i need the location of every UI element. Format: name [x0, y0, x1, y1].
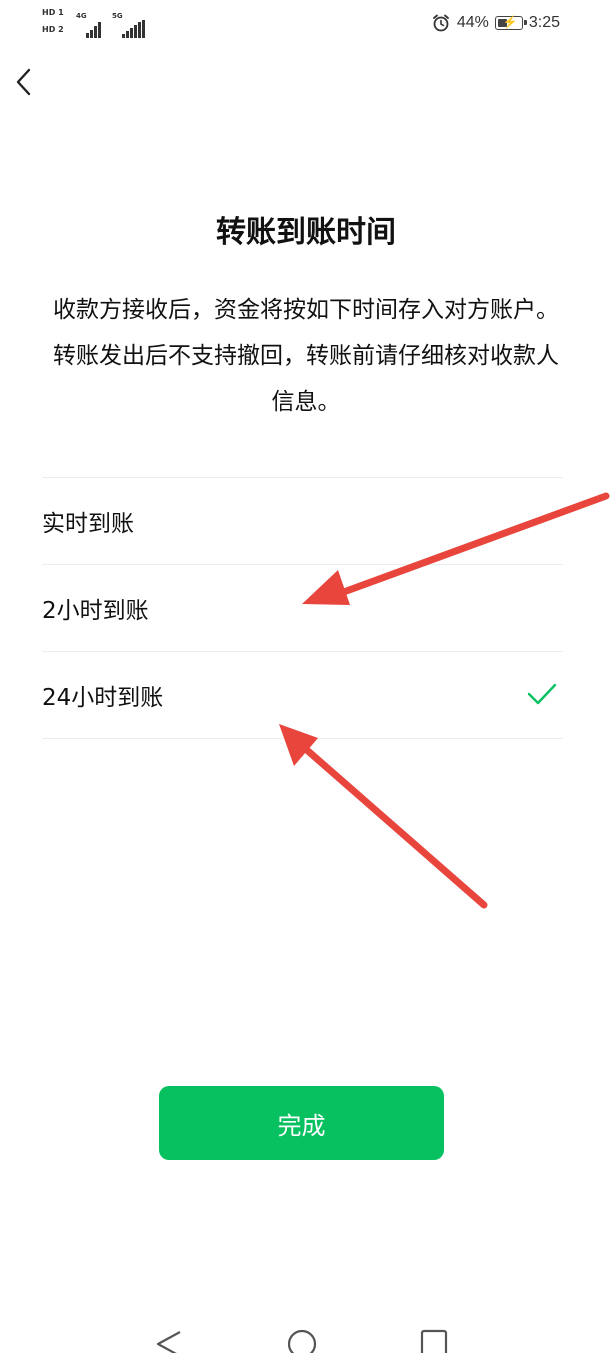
status-right: 44% ⚡ 3:25 [431, 12, 560, 34]
charging-bolt-icon: ⚡ [502, 15, 518, 29]
done-button[interactable]: 完成 [159, 1086, 444, 1160]
sim1-badge: HD 1 [42, 8, 64, 17]
battery-icon: ⚡ [494, 15, 527, 30]
battery-percent: 44% [456, 14, 489, 31]
sim2-badge: HD 2 [42, 25, 64, 34]
system-nav-bar [0, 1320, 612, 1357]
clock-time: 3:25 [528, 14, 560, 31]
option-label: 实时到账 [42, 511, 134, 537]
back-button[interactable] [10, 60, 40, 104]
square-recents-icon[interactable] [420, 1329, 448, 1357]
option-2-hours[interactable]: 2小时到账 [42, 565, 563, 652]
chevron-left-icon [16, 68, 31, 96]
option-24-hours[interactable]: 24小时到账 [42, 652, 563, 739]
alarm-icon [432, 14, 449, 32]
check-icon [527, 683, 557, 705]
page-title: 转账到账时间 [216, 215, 396, 250]
page-description: 收款方接收后，资金将按如下时间存入对方账户。转账发出后不支持撤回，转账前请仔细核… [53, 297, 559, 415]
status-bar: HD 1 HD 2 4G 5G 44% ⚡ 3:25 [0, 0, 612, 46]
circle-home-icon[interactable] [287, 1329, 317, 1357]
arrival-time-options: 实时到账 2小时到账 24小时到账 [42, 477, 563, 739]
option-realtime[interactable]: 实时到账 [42, 478, 563, 565]
annotation-arrow-lower [279, 724, 488, 909]
signal-sim1-icon: 4G [76, 12, 106, 38]
triangle-back-icon[interactable] [156, 1331, 181, 1357]
signal-sim2-icon: 5G [112, 12, 146, 38]
option-label: 2小时到账 [42, 598, 149, 624]
option-label: 24小时到账 [42, 685, 164, 711]
